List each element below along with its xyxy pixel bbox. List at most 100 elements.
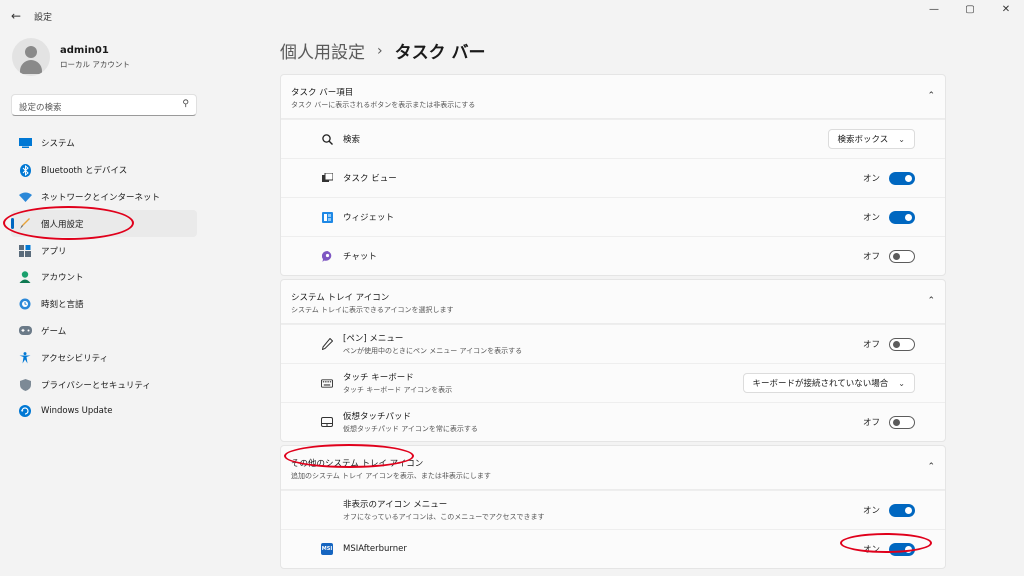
chevron-up-icon[interactable]: ⌃ (927, 462, 935, 472)
section-title: タスク バー項目 (291, 88, 354, 98)
sidebar-item-label: アクセシビリティ (41, 353, 109, 364)
sidebar-item-windows-update[interactable]: Windows Update (11, 398, 197, 425)
settings-search[interactable]: ⚲ (11, 94, 197, 118)
touch-keyboard-dropdown[interactable]: キーボードが接続されていない場合 ⌄ (742, 373, 915, 393)
sidebar-item-label: ネットワークとインターネット (41, 192, 161, 203)
msi-afterburner-icon: MSI (321, 543, 333, 555)
setting-label: タッチ キーボード (343, 373, 414, 383)
privacy-icon (18, 378, 32, 392)
sidebar-item-label: アカウント (41, 273, 84, 284)
toggle-state-label: オン (862, 506, 880, 516)
setting-row-search: 検索 検索ボックス ⌄ (281, 119, 945, 158)
sidebar-item-apps[interactable]: アプリ (11, 237, 197, 264)
sidebar-item-network[interactable]: ネットワークとインターネット (11, 184, 197, 211)
widgets-toggle[interactable] (889, 210, 915, 224)
dropdown-value: 検索ボックス (837, 135, 889, 145)
network-icon (18, 190, 32, 204)
setting-row-widgets: ウィジェット オン (281, 197, 945, 236)
setting-label: MSIAfterburner (343, 544, 407, 554)
setting-row-touch-keyboard: タッチ キーボード タッチ キーボード アイコンを表示 キーボードが接続されてい… (281, 363, 945, 402)
setting-row-pen-menu: [ペン] メニュー ペンが使用中のときにペン メニュー アイコンを表示する オフ (281, 324, 945, 363)
back-arrow-icon[interactable]: ← (8, 8, 24, 24)
section-header[interactable]: システム トレイ アイコン システム トレイに表示できるアイコンを選択します ⌃ (281, 280, 945, 324)
search-input[interactable] (12, 98, 172, 118)
breadcrumb-separator: › (377, 42, 383, 59)
profile-account-type: ローカル アカウント (60, 59, 130, 69)
annotation-circle-personalization (3, 206, 134, 240)
gaming-icon (18, 324, 32, 338)
chat-toggle[interactable] (889, 249, 915, 263)
sidebar-item-accessibility[interactable]: アクセシビリティ (11, 344, 197, 371)
toggle-state-label: オフ (862, 340, 880, 350)
sidebar-nav: システム Bluetooth とデバイス ネットワークとインターネット 個人用設… (11, 130, 197, 425)
chevron-up-icon[interactable]: ⌃ (927, 91, 935, 101)
touchpad-icon (321, 416, 333, 428)
sidebar-item-label: 時刻と言語 (41, 300, 84, 311)
sidebar-item-accounts[interactable]: アカウント (11, 264, 197, 291)
virtual-touchpad-toggle[interactable] (889, 415, 915, 429)
search-icon[interactable]: ⚲ (182, 99, 189, 109)
search-mode-dropdown[interactable]: 検索ボックス ⌄ (827, 129, 915, 149)
sidebar-item-gaming[interactable]: ゲーム (11, 318, 197, 345)
chat-icon (321, 250, 333, 262)
user-profile[interactable]: admin01 ローカル アカウント (12, 38, 130, 76)
setting-row-hidden-icon-menu: 非表示のアイコン メニュー オフになっているアイコンは、このメニューでアクセスで… (281, 490, 945, 529)
setting-label: タスク ビュー (343, 174, 397, 184)
title-bar: ← 設定 — ▢ ✕ (0, 0, 1024, 32)
task-view-toggle[interactable] (889, 171, 915, 185)
sidebar-item-time-language[interactable]: 時刻と言語 (11, 291, 197, 318)
system-icon (18, 136, 32, 150)
setting-label: [ペン] メニュー (343, 334, 404, 344)
setting-row-chat: チャット オフ (281, 236, 945, 275)
minimize-button[interactable]: — (916, 0, 952, 20)
setting-label: 非表示のアイコン メニュー (343, 500, 448, 510)
annotation-circle-msiafterburner-toggle (840, 533, 932, 553)
section-subtitle: システム トレイに表示できるアイコンを選択します (291, 306, 454, 314)
windows-update-icon (18, 404, 32, 418)
pen-icon (321, 338, 333, 350)
keyboard-icon (321, 377, 333, 389)
toggle-state-label: オン (862, 174, 880, 184)
setting-row-virtual-touchpad: 仮想タッチパッド 仮想タッチパッド アイコンを常に表示する オフ (281, 402, 945, 441)
maximize-button[interactable]: ▢ (952, 0, 988, 20)
apps-icon (18, 244, 32, 258)
chevron-up-icon[interactable]: ⌃ (927, 296, 935, 306)
setting-description: 仮想タッチパッド アイコンを常に表示する (343, 425, 478, 433)
toggle-state-label: オフ (862, 418, 880, 428)
toggle-state-label: オフ (862, 252, 880, 262)
profile-name: admin01 (60, 44, 109, 56)
toggle-state-label: オン (862, 213, 880, 223)
pen-menu-toggle[interactable] (889, 337, 915, 351)
widgets-icon (321, 211, 333, 223)
section-subtitle: 追加のシステム トレイ アイコンを表示、または非表示にします (291, 472, 491, 480)
sidebar-item-label: プライバシーとセキュリティ (41, 380, 151, 391)
setting-description: オフになっているアイコンは、このメニューでアクセスできます (343, 513, 545, 521)
section-header[interactable]: タスク バー項目 タスク バーに表示されるボタンを表示または非表示にする ⌃ (281, 75, 945, 119)
section-taskbar-items: タスク バー項目 タスク バーに表示されるボタンを表示または非表示にする ⌃ 検… (280, 74, 946, 276)
window-controls: — ▢ ✕ (916, 0, 1024, 20)
time-language-icon (18, 297, 32, 311)
app-badge: MSI (321, 543, 333, 555)
annotation-circle-other-tray-title (284, 444, 414, 468)
app-title: 設定 (34, 13, 53, 23)
sidebar-item-label: Windows Update (41, 406, 113, 417)
sidebar-item-label: アプリ (41, 246, 67, 257)
setting-label: チャット (343, 252, 377, 262)
setting-label: 仮想タッチパッド (343, 412, 412, 422)
dropdown-value: キーボードが接続されていない場合 (752, 379, 889, 389)
setting-row-task-view: タスク ビュー オン (281, 158, 945, 197)
hidden-icon-menu-toggle[interactable] (889, 503, 915, 517)
accessibility-icon (18, 351, 32, 365)
breadcrumb-parent[interactable]: 個人用設定 (280, 38, 365, 63)
setting-description: タッチ キーボード アイコンを表示 (343, 386, 453, 394)
search-icon (321, 133, 333, 145)
sidebar-item-privacy[interactable]: プライバシーとセキュリティ (11, 371, 197, 398)
section-subtitle: タスク バーに表示されるボタンを表示または非表示にする (291, 101, 476, 109)
setting-label: 検索 (343, 135, 361, 145)
sidebar-item-label: Bluetooth とデバイス (41, 166, 128, 177)
settings-content: タスク バー項目 タスク バーに表示されるボタンを表示または非表示にする ⌃ 検… (280, 74, 946, 572)
sidebar-item-system[interactable]: システム (11, 130, 197, 157)
sidebar-item-bluetooth[interactable]: Bluetooth とデバイス (11, 157, 197, 184)
close-button[interactable]: ✕ (988, 0, 1024, 20)
setting-row-msiafterburner: MSI MSIAfterburner オン (281, 529, 945, 568)
